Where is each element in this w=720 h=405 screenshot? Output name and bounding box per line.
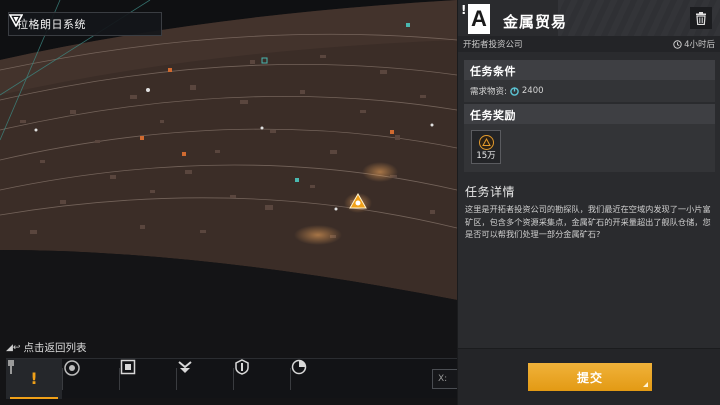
coordinate-input[interactable]: X: <box>432 369 457 389</box>
back-to-list-label: 点击返回列表 <box>23 342 87 354</box>
location-pin-icon <box>8 360 14 374</box>
system-name-badge[interactable]: 拉格朗日系统 <box>8 12 162 36</box>
requirement-value: 2400 <box>521 86 544 96</box>
faction-logo-icon <box>9 14 23 27</box>
mission-detail-panel: ! A 金属贸易 开拓者投资公司 4小时后 任务条件 需求物资: 2400 任务… <box>457 0 720 405</box>
metal-resource-icon <box>510 86 519 96</box>
clock-icon <box>673 39 682 49</box>
submit-bar: 提交 <box>458 348 720 405</box>
reward-item[interactable]: 15万 <box>471 130 501 164</box>
delete-mission-button[interactable] <box>690 7 712 29</box>
radar-icon <box>64 359 80 376</box>
time-remaining-label: 4小时后 <box>684 40 715 50</box>
game-screen: 拉格朗日系统 ◢↩ 点击返回列表 ! X: ! A 金属贸易 开拓者投资公司 4… <box>0 0 720 405</box>
time-remaining: 4小时后 <box>673 38 715 50</box>
pie-sector-icon <box>291 359 307 374</box>
system-name-label: 拉格朗日系统 <box>17 18 86 31</box>
map-toolbar: ! X: <box>6 358 457 399</box>
issuer-row: 开拓者投资公司 4小时后 <box>458 36 720 52</box>
base-square-icon <box>120 359 136 374</box>
reward-amount: 15万 <box>476 151 496 161</box>
credits-icon <box>479 135 494 150</box>
rewards-header: 任务奖励 <box>464 104 715 124</box>
submit-button[interactable]: 提交 <box>528 363 652 391</box>
mission-marker-icon[interactable] <box>349 193 367 211</box>
star-map[interactable]: 拉格朗日系统 ◢↩ 点击返回列表 ! X: <box>0 0 457 405</box>
detail-text: 这里是开拓者投资公司的勘探队，我们最近在空域内发现了一小片富矿区，包含多个资源采… <box>465 204 711 239</box>
tool-descend[interactable] <box>177 359 233 399</box>
mission-title: 金属贸易 <box>503 13 568 31</box>
rewards-card: 任务奖励 15万 <box>464 104 715 172</box>
descend-arrow-icon <box>178 360 192 373</box>
back-to-list-link[interactable]: ◢↩ 点击返回列表 <box>6 340 86 355</box>
detail-header: 任务详情 <box>465 185 516 199</box>
tool-sector[interactable] <box>291 359 347 399</box>
conditions-header: 任务条件 <box>464 60 715 80</box>
tool-base[interactable] <box>120 359 176 399</box>
requirement-label: 需求物资: <box>470 87 507 97</box>
requirement-row: 需求物资: 2400 <box>470 85 544 97</box>
shield-marker-icon <box>235 358 249 375</box>
mission-alert-icon: ! <box>30 369 38 388</box>
trash-icon <box>696 11 706 25</box>
mission-rank-badge: A <box>468 4 490 34</box>
back-arrow-icon: ◢↩ <box>6 342 21 353</box>
conditions-card: 任务条件 需求物资: 2400 <box>464 60 715 102</box>
alert-mark: ! <box>461 3 467 17</box>
tool-shield[interactable] <box>234 358 290 399</box>
issuer-name: 开拓者投资公司 <box>463 40 523 50</box>
mission-header: ! A 金属贸易 <box>458 0 720 40</box>
tool-radar[interactable] <box>63 359 119 399</box>
